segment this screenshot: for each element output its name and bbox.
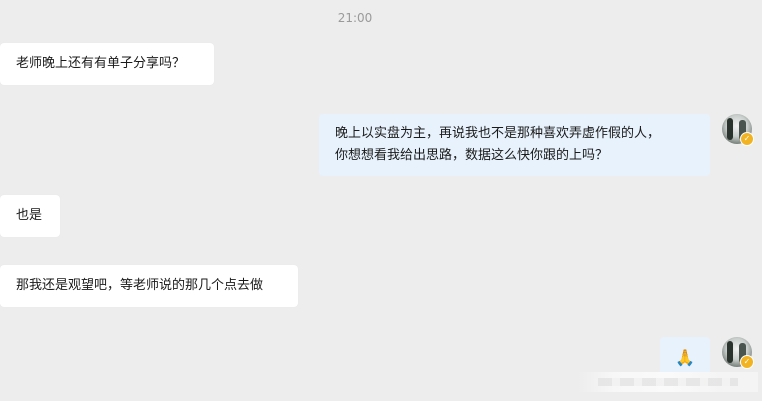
user-avatar[interactable]: ✓ bbox=[722, 114, 754, 146]
incoming-message-bubble[interactable]: 那我还是观望吧，等老师说的那几个点去做 bbox=[0, 265, 298, 307]
message-timestamp: 21:00 bbox=[337, 11, 373, 25]
incoming-message-bubble[interactable]: 也是 bbox=[0, 195, 60, 237]
vip-badge-icon: ✓ bbox=[740, 355, 754, 369]
incoming-message-bubble[interactable]: 老师晚上还有有单子分享吗？ bbox=[0, 43, 214, 85]
outgoing-message-bubble[interactable]: 晚上以实盘为主，再说我也不是那种喜欢弄虚作假的人， 你想想看我给出思路，数据这么… bbox=[319, 114, 710, 176]
vip-badge-icon: ✓ bbox=[740, 132, 754, 146]
message-text: 那我还是观望吧，等老师说的那几个点去做 bbox=[16, 278, 264, 293]
emoji-message: 🙏 bbox=[675, 348, 695, 367]
message-text: 老师晚上还有有单子分享吗？ bbox=[16, 56, 186, 71]
watermark-overlay bbox=[578, 372, 758, 392]
message-text: 也是 bbox=[16, 208, 43, 223]
message-text-line-2: 你想想看我给出思路，数据这么快你跟的上吗？ bbox=[335, 148, 609, 163]
message-text-line-1: 晚上以实盘为主，再说我也不是那种喜欢弄虚作假的人， bbox=[335, 126, 661, 141]
user-avatar[interactable]: ✓ bbox=[722, 337, 754, 369]
